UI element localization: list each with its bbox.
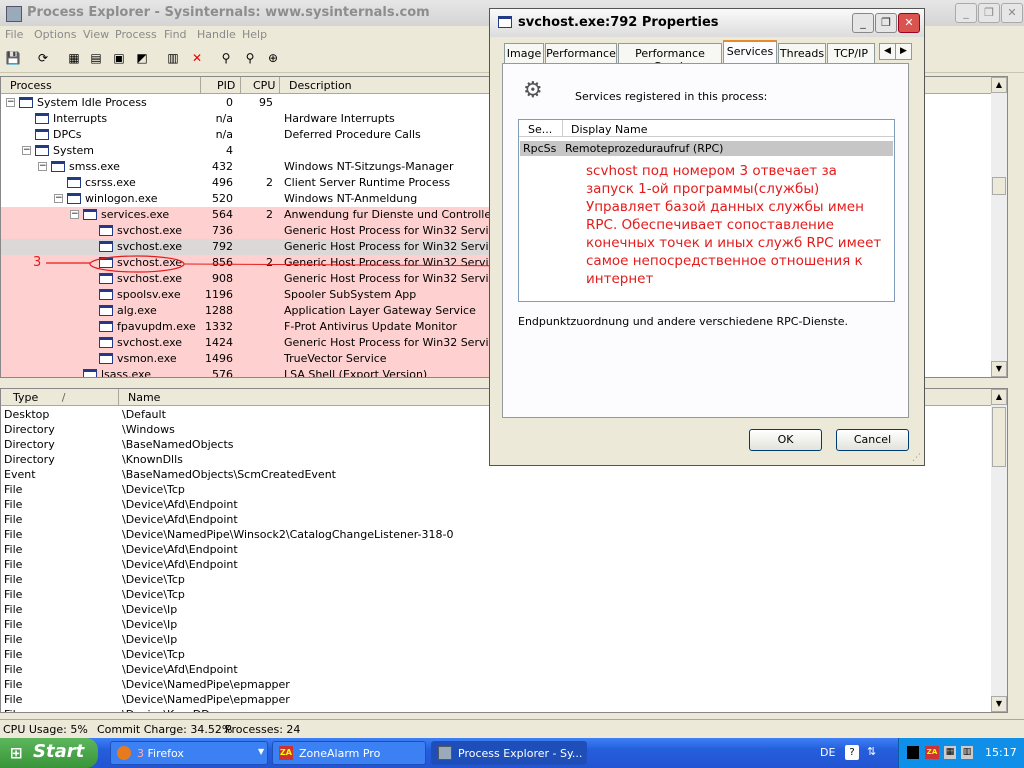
system-tray: ZA ▦ ▥ 15:17 (898, 738, 1024, 768)
taskbar: ⊞ Start 3 Firefox ▼ ZA ZoneAlarm Pro Pro… (0, 738, 1024, 768)
help-icon[interactable]: ? (845, 745, 859, 760)
service-row[interactable]: RpcSs Remoteprozeduraufruf (RPC) (520, 141, 893, 156)
task-label: ZoneAlarm Pro (299, 747, 381, 760)
annotation-line: запуск 1-ой программы(службы) (586, 181, 820, 197)
window-icon (498, 16, 512, 28)
task-label: Firefox (147, 747, 184, 760)
tab-scroll-left-icon[interactable]: ◀ (879, 43, 896, 60)
annotation-marker: 3 (33, 255, 42, 270)
task-label: Process Explorer - Sy... (458, 747, 583, 760)
annotation-line: Управляет базой данных службы имен (586, 199, 864, 215)
language-indicator[interactable]: DE (820, 746, 835, 759)
annotation-line: scvhost под номером 3 отвечает за (586, 163, 837, 179)
tab-scroll-right-icon[interactable]: ▶ (895, 43, 912, 60)
task-zonealarm[interactable]: ZA ZoneAlarm Pro (272, 741, 426, 765)
dialog-maximize-button[interactable]: ❐ (875, 13, 897, 33)
chevron-down-icon: ▼ (258, 747, 265, 756)
clock: 15:17 (985, 746, 1017, 759)
services-gears-icon: ⚙ (523, 78, 543, 103)
dialog-title: svchost.exe:792 Properties (518, 15, 719, 30)
tab-tcpip[interactable]: TCP/IP (827, 43, 875, 63)
tab-threads[interactable]: Threads (778, 43, 826, 63)
resize-grip-icon[interactable]: ⋰ (912, 453, 922, 463)
services-label: Services registered in this process: (575, 90, 768, 103)
tab-image[interactable]: Image (504, 43, 544, 63)
service-display-name: Remoteprozeduraufruf (RPC) (565, 142, 724, 155)
process-explorer-tray-icon[interactable]: ▥ (961, 746, 973, 759)
dialog-minimize-button[interactable]: _ (852, 13, 874, 33)
cancel-button[interactable]: Cancel (836, 429, 909, 451)
task-process-explorer[interactable]: Process Explorer - Sy... (431, 741, 587, 765)
network-icon[interactable]: ▦ (944, 746, 956, 759)
annotation-line: RPC. Обеспечивает сопоставление (586, 217, 834, 233)
ok-button[interactable]: OK (749, 429, 822, 451)
windows-logo-icon: ⊞ (10, 744, 23, 762)
tab-performance-graph[interactable]: Performance Graph (618, 43, 722, 73)
dialog-close-button[interactable]: ✕ (898, 13, 920, 33)
tab-performance[interactable]: Performance (545, 43, 617, 63)
tab-services[interactable]: Services (723, 40, 777, 64)
col-service-name[interactable]: Se... (519, 120, 563, 137)
tray-arrows-icon[interactable]: ⇅ (867, 745, 876, 758)
dialog-title-bar[interactable]: svchost.exe:792 Properties _ ❐ ✕ (490, 9, 924, 37)
service-short-name: RpcSs (523, 142, 557, 155)
annotation-line: интернет (586, 271, 654, 287)
zonealarm-tray-icon[interactable]: ZA (925, 746, 939, 759)
tray-app-icon[interactable] (907, 746, 919, 759)
service-description: Endpunktzuordnung und andere verschieden… (518, 315, 848, 328)
annotation-note: scvhost под номером 3 отвечает за запуск… (586, 162, 896, 288)
start-label: Start (33, 741, 85, 762)
task-count: 3 (137, 747, 144, 760)
col-display-name[interactable]: Display Name (563, 120, 894, 137)
task-firefox[interactable]: 3 Firefox ▼ (110, 741, 268, 765)
firefox-icon (117, 746, 131, 760)
zonealarm-icon: ZA (279, 746, 293, 760)
start-button[interactable]: ⊞ Start (0, 738, 98, 768)
annotation-line: самое непосредственное отношения к (586, 253, 863, 269)
annotation-line: конечных точек и иных служб RPC имеет (586, 235, 882, 251)
process-explorer-icon (438, 746, 452, 760)
